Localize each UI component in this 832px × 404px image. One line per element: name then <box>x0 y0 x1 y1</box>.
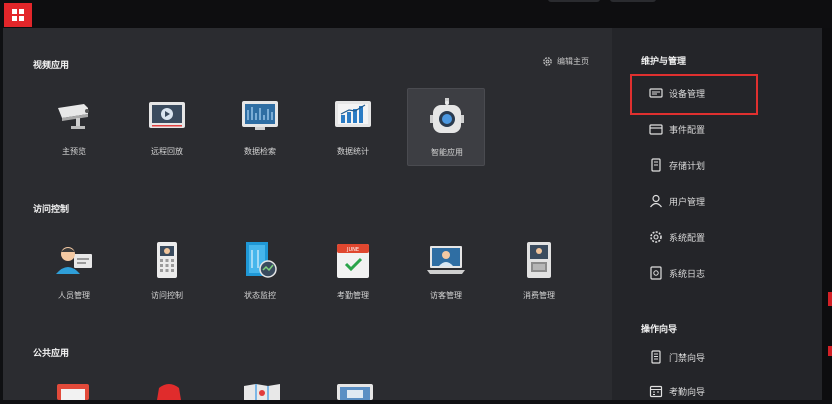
sidebar-item-label: 考勤向导 <box>669 387 706 398</box>
sidebar-item-label: 用户管理 <box>669 197 706 208</box>
tile-smart-application[interactable]: 智能应用 <box>407 88 485 166</box>
pos-terminal-icon <box>527 242 551 278</box>
monitor-icon[interactable] <box>335 384 375 400</box>
sidebar-item-label: 系统配置 <box>669 233 706 244</box>
sidebar: 维护与管理 设备管理 事件配置 存储计划 用户管理 系统配置 系统日志 操作向导… <box>612 28 822 400</box>
calendar-icon: JUNE <box>337 244 369 278</box>
tile-person-management[interactable]: 人员管理 <box>35 232 113 310</box>
calendar-small-icon <box>649 385 663 398</box>
playback-icon <box>149 102 185 128</box>
log-icon <box>650 266 662 280</box>
search-monitor-icon <box>242 101 278 130</box>
gear-icon <box>650 231 662 243</box>
tile-visitor-management[interactable]: 访客管理 <box>407 232 485 310</box>
tile-label: 考勤管理 <box>337 291 369 300</box>
map-icon[interactable] <box>242 384 282 400</box>
top-tab-stub[interactable] <box>610 0 656 2</box>
tile-label: 数据统计 <box>337 147 369 156</box>
access-terminal-icon <box>157 242 177 278</box>
tile-attendance-management[interactable]: JUNE 考勤管理 <box>314 232 392 310</box>
sidebar-item-storage-plan[interactable]: 存储计划 <box>630 152 810 178</box>
robot-icon <box>430 98 464 133</box>
section-title-public: 公共应用 <box>33 349 70 359</box>
tile-live-view[interactable]: 主预览 <box>35 88 113 166</box>
sidebar-item-label: 存储计划 <box>669 161 706 172</box>
tile-data-statistics[interactable]: 数据统计 <box>314 88 392 166</box>
tile-remote-playback[interactable]: 远程回放 <box>128 88 206 166</box>
grid-icon <box>12 9 24 21</box>
tile-label: 访客管理 <box>430 291 462 300</box>
door-monitor-icon <box>246 242 277 278</box>
sidebar-item-system-config[interactable]: 系统配置 <box>630 224 810 250</box>
door-icon <box>651 350 661 364</box>
event-icon <box>649 124 663 135</box>
tile-status-monitor[interactable]: 状态监控 <box>221 232 299 310</box>
sidebar-item-event-config[interactable]: 事件配置 <box>630 116 810 142</box>
person-card-icon <box>56 247 92 274</box>
sidebar-title-wizard: 操作向导 <box>641 325 678 335</box>
tile-label: 访问控制 <box>151 291 183 300</box>
top-bar <box>0 0 832 28</box>
tile-consumption-management[interactable]: 消费管理 <box>500 232 578 310</box>
edit-home-label: 编辑主页 <box>557 57 589 66</box>
visitor-laptop-icon <box>427 246 465 274</box>
app-menu-logo-button[interactable] <box>4 3 32 27</box>
edge-red-marker <box>828 292 832 306</box>
tile-label: 远程回放 <box>151 147 183 156</box>
sidebar-item-label: 设备管理 <box>669 89 706 100</box>
tile-data-search[interactable]: 数据检索 <box>221 88 299 166</box>
storage-icon <box>651 158 661 172</box>
sidebar-item-label: 事件配置 <box>669 125 706 136</box>
tile-access-control[interactable]: 访问控制 <box>128 232 206 310</box>
tile-label: 状态监控 <box>244 291 276 300</box>
window-edge <box>822 28 832 400</box>
calendar-month-text: JUNE <box>346 247 359 253</box>
section-title-access: 访问控制 <box>33 205 70 215</box>
edge-red-marker <box>828 346 832 356</box>
gear-icon <box>543 57 552 66</box>
sidebar-title-maintenance: 维护与管理 <box>641 57 687 67</box>
sidebar-item-system-log[interactable]: 系统日志 <box>630 260 810 286</box>
report-icon[interactable] <box>55 384 95 400</box>
tile-label: 人员管理 <box>58 291 90 300</box>
tile-label: 智能应用 <box>431 148 463 157</box>
sidebar-item-door-wizard[interactable]: 门禁向导 <box>630 344 810 370</box>
section-title-video: 视频应用 <box>33 61 70 71</box>
sidebar-item-label: 系统日志 <box>669 269 706 280</box>
top-tab-stub[interactable] <box>548 0 600 2</box>
tile-label: 数据检索 <box>244 147 276 156</box>
sidebar-item-label: 门禁向导 <box>669 353 706 364</box>
bar-chart-icon <box>335 101 371 127</box>
user-icon <box>650 194 662 208</box>
sidebar-item-attendance-wizard[interactable]: 考勤向导 <box>630 378 810 404</box>
camera-icon <box>58 104 89 129</box>
device-icon <box>649 88 663 98</box>
sidebar-item-device-management[interactable]: 设备管理 <box>630 80 810 106</box>
tile-label: 主预览 <box>62 147 86 156</box>
edit-home-button[interactable]: 编辑主页 <box>542 56 589 67</box>
tile-label: 消费管理 <box>523 291 555 300</box>
alarm-light-icon[interactable] <box>149 384 189 400</box>
sidebar-item-user-management[interactable]: 用户管理 <box>630 188 810 214</box>
main-panel: 视频应用 编辑主页 主预览 远程回放 数据检索 数据统计 智能应用 访问控制 人… <box>3 28 612 400</box>
